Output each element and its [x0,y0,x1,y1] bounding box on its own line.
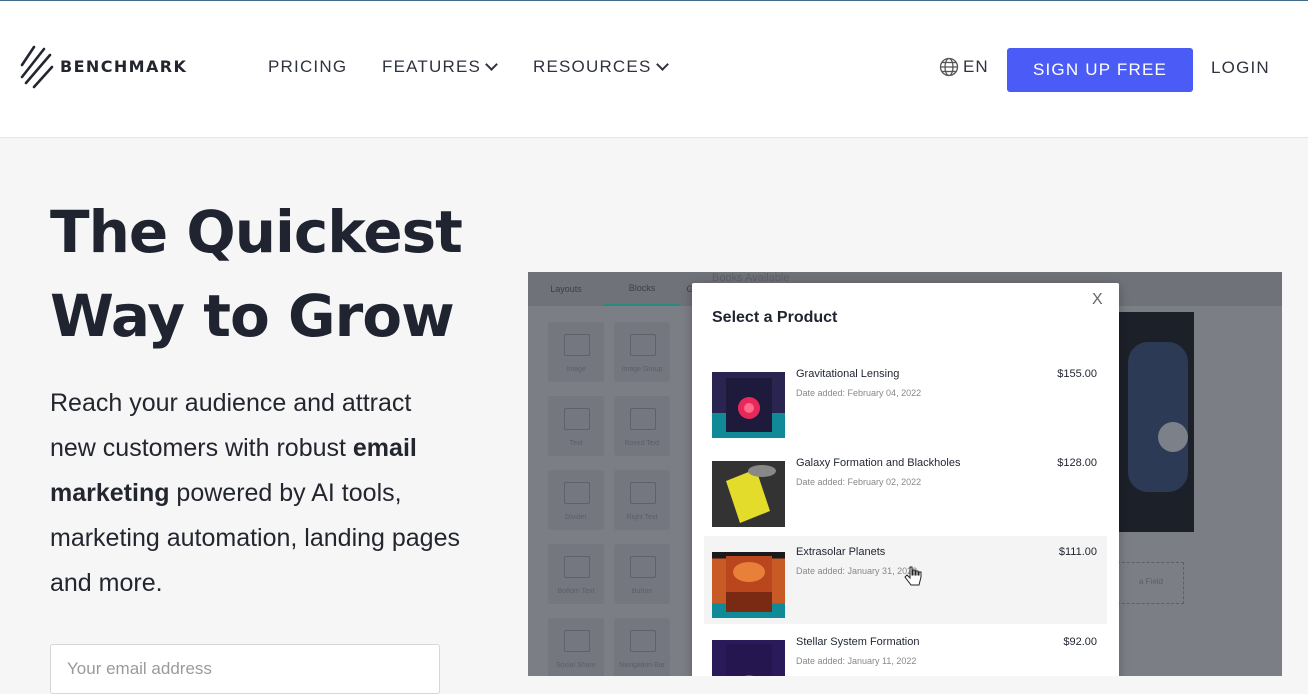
language-selector[interactable]: EN [939,57,989,77]
galaxy-cover-art [712,461,785,527]
benchmark-logo[interactable]: BENCHMARK [20,43,187,89]
tab-layouts: Layouts [550,284,582,294]
nav-pricing-label: PRICING [268,57,348,76]
tool-image: Image [548,322,604,382]
tab-blocks: Blocks [604,272,680,306]
stellar-cover-art [726,644,772,676]
extrasolar-cover-art [726,556,772,612]
product-row: Gravitational Lensing Date added: Februa… [704,368,1107,456]
tool-divider: Divider [548,470,604,530]
tool-boxed-text: Boxed Text [614,396,670,456]
product-screenshot: Layouts Blocks G Books Available Image I… [528,272,1282,676]
modal-title: Select a Product [712,309,838,326]
tool-image-group: Image Group [614,322,670,382]
benchmark-logo-icon [20,45,54,89]
preview-glow [1128,342,1188,492]
hero-title-line2: Way to Grow [50,282,455,350]
product-date: Date added: January 31, 2022 [796,566,918,576]
hand-cursor-icon [904,566,922,586]
product-date: Date added: February 04, 2022 [796,388,922,398]
site-header: BENCHMARK PRICING FEATURES RESOURCES EN … [0,1,1308,138]
nav-resources-label: RESOURCES [533,57,652,76]
product-cover [712,461,785,527]
product-name: Stellar System Formation [796,636,920,648]
product-price: $155.00 [1057,368,1097,380]
tool-bottom-text: Bottom Text [548,544,604,604]
product-name: Galaxy Formation and Blackholes [796,457,961,469]
select-product-modal: Select a Product X Gravitational Lensing… [692,283,1119,676]
product-cover [712,552,785,618]
nav-pricing[interactable]: PRICING [268,57,347,77]
lensing-cover-art [726,378,772,432]
nav-features-label: FEATURES [382,57,482,76]
hero-lead: Reach your audience and attract new cust… [50,381,460,606]
chevron-down-icon [655,58,669,71]
product-row: Galaxy Formation and Blackholes Date add… [704,457,1107,545]
nav-resources[interactable]: RESOURCES [533,57,669,77]
product-cover [712,640,785,676]
product-row: Stellar System Formation Date added: Jan… [704,636,1107,676]
product-name: Extrasolar Planets [796,546,886,558]
product-price: $111.00 [1058,546,1097,558]
language-label: EN [963,57,989,76]
globe-icon [939,57,959,77]
tool-button: Button [614,544,670,604]
nav-features[interactable]: FEATURES [382,57,498,77]
product-price: $92.00 [1063,636,1097,648]
product-price: $128.00 [1057,457,1097,469]
drop-zone-label: a Field [1138,577,1163,586]
preview-planet [1158,422,1188,452]
tool-social-share: Social Share [548,618,604,676]
login-link[interactable]: LOGIN [1211,58,1270,78]
product-row-highlighted: Extrasolar Planets Date added: January 3… [704,536,1107,624]
logo-text: BENCHMARK [60,56,188,76]
hero-title-line1: The Quickest [50,198,463,266]
tool-right-text: Right Text [614,470,670,530]
product-date: Date added: February 02, 2022 [796,477,922,487]
email-input[interactable] [50,644,440,694]
chevron-down-icon [485,58,498,71]
product-name: Gravitational Lensing [796,368,900,380]
product-cover [712,372,785,438]
tool-text: Text [548,396,604,456]
sign-up-free-button[interactable]: SIGN UP FREE [1007,48,1193,92]
product-date: Date added: January 11, 2022 [796,656,917,666]
hero-title: The Quickest Way to Grow [50,190,490,358]
tool-navigation-bar: Navigation Bar [614,618,670,676]
close-icon: X [1092,291,1103,308]
